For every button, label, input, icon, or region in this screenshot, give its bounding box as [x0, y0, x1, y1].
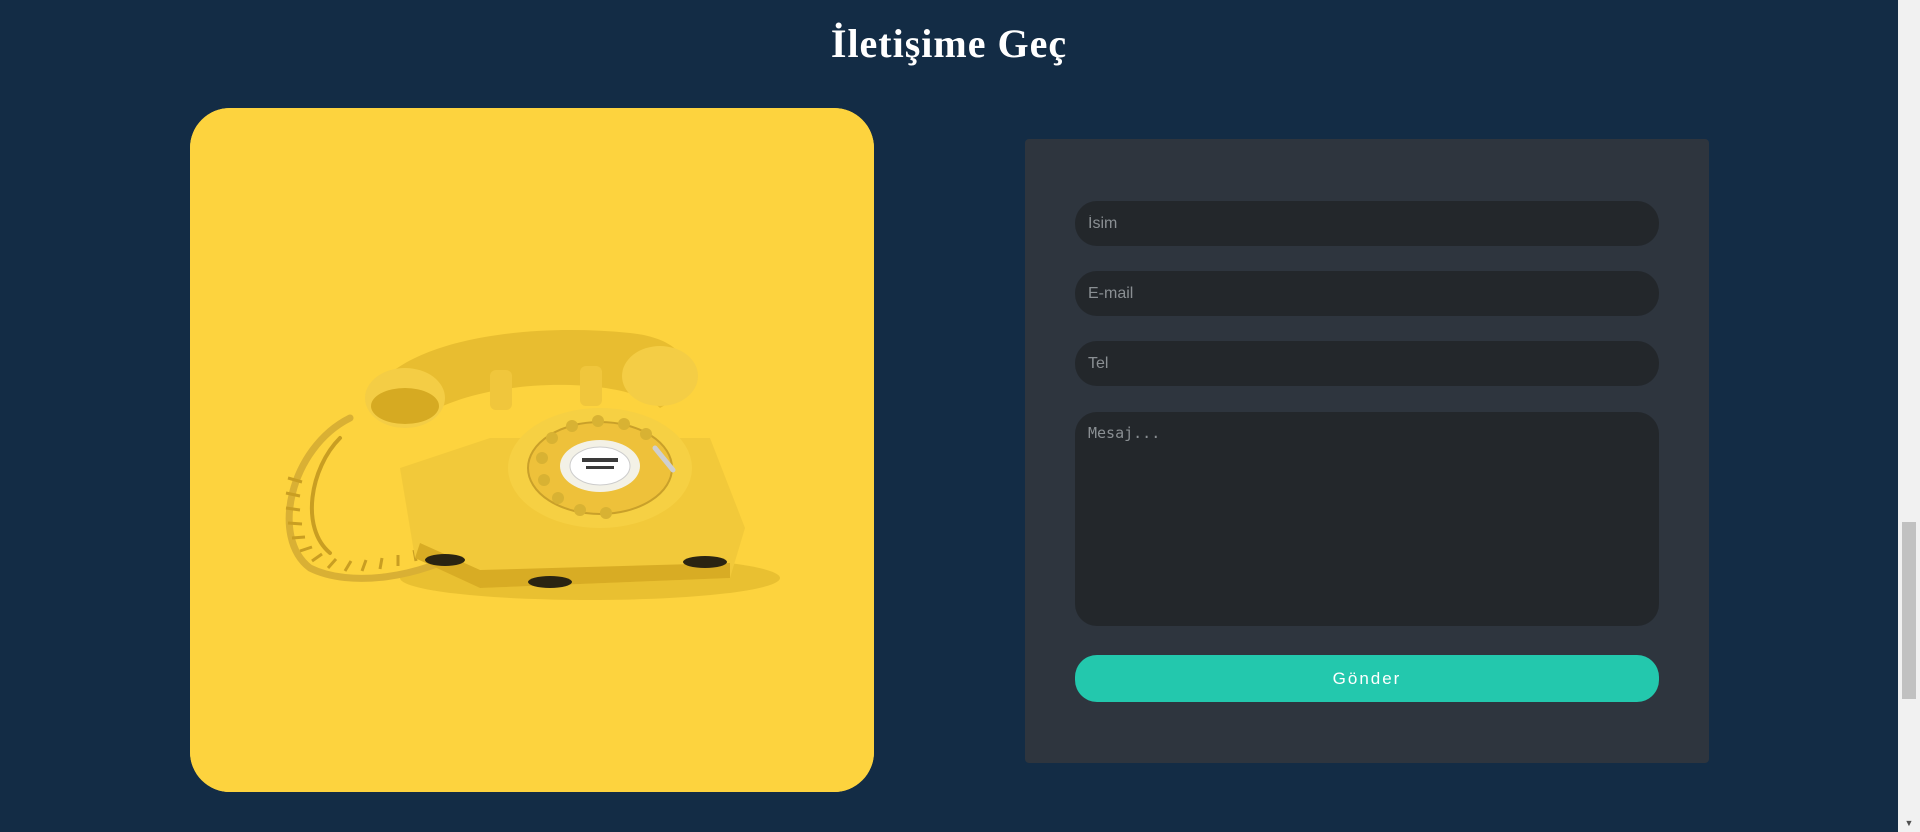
submit-button[interactable]: Gönder — [1075, 655, 1659, 702]
page-title: İletişime Geç — [830, 21, 1068, 66]
phone-input[interactable] — [1075, 341, 1659, 386]
page-scrollbar[interactable]: ▼ — [1898, 0, 1920, 832]
email-input[interactable] — [1075, 271, 1659, 316]
scroll-down-arrow-icon[interactable]: ▼ — [1898, 814, 1920, 832]
scroll-thumb[interactable] — [1902, 522, 1916, 699]
telephone-illustration — [190, 108, 874, 792]
name-input[interactable] — [1075, 201, 1659, 246]
contact-form: Gönder — [1025, 139, 1709, 763]
message-textarea[interactable] — [1075, 412, 1659, 626]
contact-image — [190, 108, 874, 792]
